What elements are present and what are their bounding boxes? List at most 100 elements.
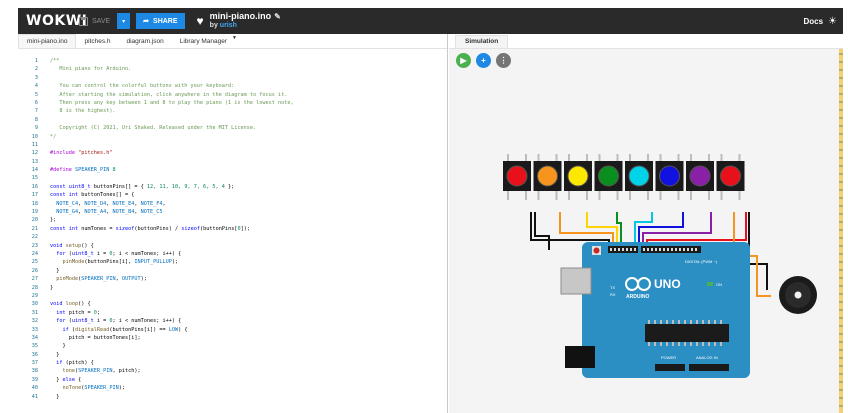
pencil-icon[interactable]: ✎: [274, 12, 281, 21]
tab-diagram[interactable]: diagram.json: [119, 34, 172, 48]
code-line[interactable]: 2 Mini piano for Arduino.: [18, 65, 448, 73]
code-line[interactable]: 13: [18, 158, 448, 166]
code-line[interactable]: 37 if (pitch) {: [18, 359, 448, 367]
code-line[interactable]: 21 const int numTones = sizeof(buttonPins…: [18, 225, 448, 233]
wokwi-logo[interactable]: WOKWI: [26, 13, 87, 29]
pushbutton[interactable]: [655, 154, 684, 200]
pushbutton[interactable]: [503, 154, 531, 200]
code-line[interactable]: 16 const uint8_t buttonPins[] = { 12, 11,…: [18, 183, 448, 191]
code-text: pinMode(buttonPins[i], INPUT_PULLUP);: [62, 259, 179, 266]
code-text: if (digitalRead(buttonPins[i]) == LOW) {: [62, 326, 188, 333]
code-line[interactable]: 28}: [18, 284, 448, 292]
code-line[interactable]: 19 NOTE_G4, NOTE_A4, NOTE_B4, NOTE_C5: [18, 208, 448, 216]
code-line[interactable]: 3: [18, 74, 448, 82]
code-line[interactable]: 9 Copyright (C) 2021, Uri Shaked. Releas…: [18, 124, 448, 132]
tab-library-manager[interactable]: Library Manager ▼: [172, 34, 245, 48]
line-number: 8: [34, 116, 38, 123]
line-number: 30: [31, 301, 38, 308]
line-number: 5: [34, 91, 38, 98]
code-line[interactable]: 10 */: [18, 133, 448, 141]
pushbutton[interactable]: [533, 154, 562, 200]
code-line[interactable]: 35 }: [18, 342, 448, 350]
code-text: };: [50, 217, 57, 224]
code-line[interactable]: 17 const int buttonTones[] = {: [18, 191, 448, 199]
code-line[interactable]: 5 After starting the simulation, click a…: [18, 91, 448, 99]
theme-toggle-icon[interactable]: ☀: [828, 16, 837, 27]
code-line[interactable]: 39 } else {: [18, 376, 448, 384]
code-text: const int numTones = sizeof(buttonPins) …: [50, 225, 250, 232]
analog-label: ANALOG IN: [696, 355, 718, 360]
line-number: 40: [31, 385, 38, 392]
save-dropdown-button[interactable]: ▾: [117, 13, 131, 29]
line-number: 2: [34, 66, 38, 73]
code-line[interactable]: 1 /**: [18, 57, 448, 65]
code-line[interactable]: 11: [18, 141, 448, 149]
code-text: const uint8_t buttonPins[] = { 12, 11, 1…: [50, 183, 235, 190]
tx-label: TX: [610, 285, 615, 290]
code-line[interactable]: 30 void loop() {: [18, 300, 448, 308]
docs-link[interactable]: Docs: [803, 17, 823, 26]
code-text: }: [50, 351, 60, 358]
pushbutton[interactable]: [594, 154, 623, 200]
code-line[interactable]: 33 if (digitalRead(buttonPins[i]) == LOW…: [18, 326, 448, 334]
tab-label: mini-piano.ino: [27, 38, 68, 45]
tab-pitches[interactable]: pitches.h: [76, 34, 118, 48]
code-line[interactable]: 14 #define SPEAKER_PIN 8: [18, 166, 448, 174]
arduino-uno-board[interactable]: UNO ARDUINO DIGITAL (PWM ~) TX RX ON POW…: [560, 242, 750, 378]
save-button[interactable]: SAVE: [74, 13, 115, 29]
chevron-down-icon[interactable]: ▼: [232, 35, 237, 45]
code-line[interactable]: 8: [18, 116, 448, 124]
code-line[interactable]: 23 void setup() {: [18, 242, 448, 250]
by-label: by: [209, 22, 218, 29]
pushbutton[interactable]: [564, 154, 592, 200]
code-line[interactable]: 31 int pitch = 0;: [18, 309, 448, 317]
code-line[interactable]: 26 }: [18, 267, 448, 275]
code-text: void loop() {: [50, 301, 91, 308]
code-line[interactable]: 27 pinMode(SPEAKER_PIN, OUTPUT);: [18, 275, 448, 283]
power-label: POWER: [661, 355, 676, 360]
code-line[interactable]: 4 You can control the colorful buttons w…: [18, 82, 448, 90]
line-number: 38: [31, 368, 38, 375]
line-number: 4: [34, 83, 38, 90]
code-line[interactable]: 7 8 is the highest).: [18, 107, 448, 115]
code-line[interactable]: 38 tone(SPEAKER_PIN, pitch);: [18, 367, 448, 375]
digital-label: DIGITAL (PWM ~): [685, 259, 718, 264]
chevron-down-icon: ▾: [122, 18, 126, 25]
code-text: }: [50, 284, 54, 291]
pushbuttons: [503, 154, 745, 200]
project-info: mini-piano.ino ✎ by urish: [210, 12, 281, 30]
save-label: SAVE: [92, 17, 111, 25]
code-area[interactable]: 1/** 2 Mini piano for Arduino. 3 4 You can …: [18, 57, 448, 401]
code-line[interactable]: 36 }: [18, 351, 448, 359]
pushbutton[interactable]: [716, 154, 745, 200]
code-text: if (pitch) {: [56, 360, 94, 367]
line-number: 33: [31, 326, 38, 333]
code-line[interactable]: 6 Then press any key between 1 and 8 to …: [18, 99, 448, 107]
code-line[interactable]: 34 pitch = buttonTones[i];: [18, 334, 448, 342]
line-number: 28: [31, 284, 38, 291]
tab-mini-piano[interactable]: mini-piano.ino: [18, 34, 77, 48]
code-line[interactable]: 41 }: [18, 393, 448, 401]
pushbutton[interactable]: [625, 154, 653, 200]
line-number: 39: [31, 376, 38, 383]
code-line[interactable]: 18 NOTE_C4, NOTE_D4, NOTE_E4, NOTE_F4,: [18, 200, 448, 208]
heart-icon[interactable]: ♥: [197, 14, 204, 28]
project-name[interactable]: mini-piano.ino: [210, 12, 272, 21]
line-number: 18: [31, 200, 38, 207]
code-line[interactable]: 25 pinMode(buttonPins[i], INPUT_PULLUP);: [18, 258, 448, 266]
line-number: 15: [31, 175, 38, 182]
code-line[interactable]: 15: [18, 174, 448, 182]
code-line[interactable]: 22: [18, 233, 448, 241]
author-link[interactable]: urish: [220, 22, 237, 29]
code-line[interactable]: 40 noTone(SPEAKER_PIN);: [18, 384, 448, 392]
line-number: 27: [31, 276, 38, 283]
code-line[interactable]: 32 for (uint8_t i = 0; i < numTones; i++…: [18, 317, 448, 325]
code-line[interactable]: 20};: [18, 216, 448, 224]
circuit-diagram[interactable]: UNO ARDUINO DIGITAL (PWM ~) TX RX ON POW…: [449, 34, 843, 413]
pushbutton[interactable]: [686, 154, 714, 200]
code-line[interactable]: 29: [18, 292, 448, 300]
code-line[interactable]: 12 #include "pitches.h": [18, 149, 448, 157]
buzzer[interactable]: [779, 276, 817, 314]
share-button[interactable]: ➦ SHARE: [136, 13, 185, 29]
code-line[interactable]: 24 for (uint8_t i = 0; i < numTones; i++…: [18, 250, 448, 258]
